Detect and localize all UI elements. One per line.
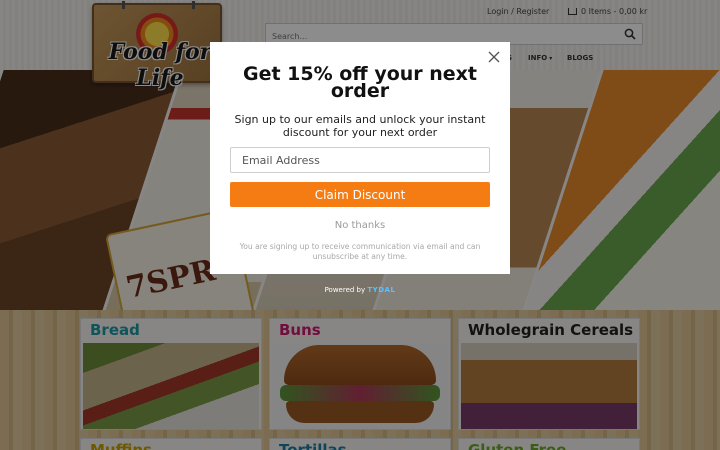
email-field[interactable]	[230, 147, 490, 173]
no-thanks-link[interactable]: No thanks	[210, 220, 510, 231]
popup-title: Get 15% off your next order	[242, 63, 478, 102]
powered-by-line: Powered by TYDAL	[0, 286, 720, 294]
popup-subtitle: Sign up to our emails and unlock your in…	[234, 113, 486, 139]
close-icon[interactable]	[487, 50, 501, 64]
discount-popup: Get 15% off your next order Sign up to o…	[210, 42, 510, 274]
popup-disclaimer: You are signing up to receive communicat…	[239, 242, 481, 261]
powered-by-prefix: Powered by	[324, 286, 366, 294]
tydal-brand-link[interactable]: TYDAL	[367, 286, 395, 294]
claim-discount-button[interactable]: Claim Discount	[230, 182, 490, 207]
